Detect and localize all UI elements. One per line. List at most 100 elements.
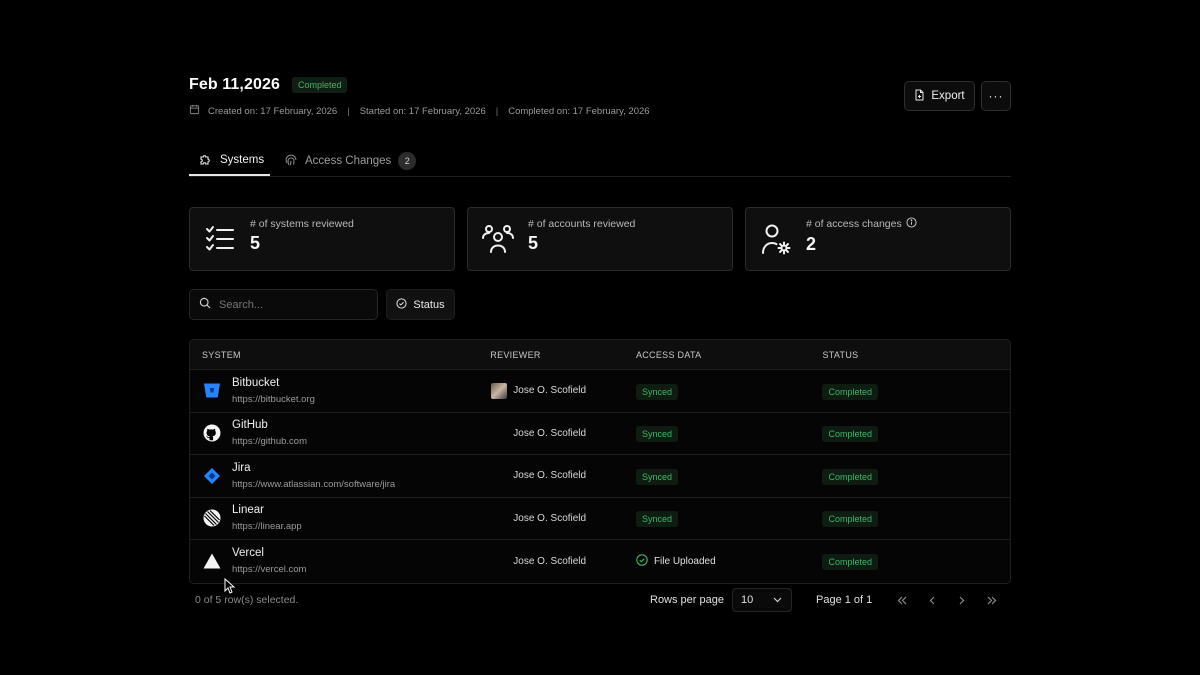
status-badge: Completed bbox=[822, 383, 878, 400]
separator: | bbox=[495, 105, 499, 117]
column-header[interactable]: SYSTEM bbox=[190, 350, 479, 360]
chevrons-right-icon bbox=[987, 596, 997, 604]
more-icon: ··· bbox=[988, 89, 1004, 103]
tab-systems[interactable]: Systems bbox=[189, 146, 270, 176]
stat-label-text: # of access changes bbox=[806, 218, 902, 230]
github-logo-icon bbox=[202, 423, 222, 443]
column-header[interactable]: ACCESS DATA bbox=[624, 350, 817, 360]
search-input[interactable] bbox=[219, 298, 369, 311]
search-box[interactable] bbox=[189, 289, 378, 320]
table-row[interactable]: Jira https://www.atlassian.com/software/… bbox=[190, 455, 1010, 498]
table-row[interactable]: Bitbucket https://bitbucket.org Jose O. … bbox=[190, 370, 1010, 413]
rows-per-page: Rows per page 10 bbox=[650, 588, 792, 612]
file-uploaded-status: File Uploaded bbox=[636, 554, 817, 569]
separator: | bbox=[347, 105, 350, 117]
access-data-badge: Synced bbox=[635, 426, 678, 443]
filter-bar: Status bbox=[189, 289, 455, 320]
stat-label: # of access changes bbox=[806, 217, 917, 231]
calendar-icon bbox=[189, 104, 200, 118]
table-header: SYSTEM REVIEWER ACCESS DATA STATUS bbox=[190, 340, 1010, 370]
system-name[interactable]: Jira bbox=[232, 462, 395, 474]
search-icon bbox=[199, 296, 211, 314]
system-url: https://linear.app bbox=[232, 521, 302, 533]
system-name[interactable]: Linear bbox=[232, 504, 302, 516]
puzzle-icon bbox=[199, 152, 213, 169]
rows-per-page-value: 10 bbox=[741, 594, 754, 606]
chevron-left-icon bbox=[929, 596, 935, 604]
checklist-icon bbox=[204, 223, 236, 255]
pagination bbox=[890, 588, 1004, 612]
status-badge: Completed bbox=[822, 511, 878, 528]
system-name[interactable]: Bitbucket bbox=[232, 377, 315, 389]
page-title: Feb 11,2026 bbox=[189, 76, 280, 93]
circle-check-icon bbox=[396, 297, 407, 312]
access-data-badge: Synced bbox=[635, 383, 678, 400]
systems-table: SYSTEM REVIEWER ACCESS DATA STATUS Bitbu… bbox=[189, 339, 1011, 584]
stat-label: # of systems reviewed bbox=[250, 218, 354, 230]
stat-label: # of accounts reviewed bbox=[528, 218, 636, 230]
chevron-right-icon bbox=[959, 596, 965, 604]
tab-access-changes[interactable]: Access Changes 2 bbox=[274, 146, 426, 176]
access-data-badge: Synced bbox=[635, 511, 678, 528]
system-name[interactable]: GitHub bbox=[232, 419, 307, 431]
stat-card-systems: # of systems reviewed 5 bbox=[189, 207, 455, 271]
tab-bar: Systems Access Changes 2 bbox=[189, 146, 1011, 177]
reviewer-name: Jose O. Scofield bbox=[513, 512, 587, 524]
file-export-icon bbox=[914, 89, 925, 104]
fingerprint-icon bbox=[284, 153, 298, 170]
system-url: https://vercel.com bbox=[232, 564, 307, 576]
vercel-logo-icon bbox=[202, 551, 222, 571]
stat-value: 2 bbox=[806, 234, 817, 254]
created-date: Created on: 17 February, 2026 bbox=[208, 105, 338, 117]
table-footer: 0 of 5 row(s) selected. Rows per page 10… bbox=[189, 588, 1011, 612]
stat-card-accounts: # of accounts reviewed 5 bbox=[467, 207, 733, 271]
previous-page-button[interactable] bbox=[920, 588, 944, 612]
stat-value: 5 bbox=[528, 233, 539, 253]
users-icon bbox=[482, 223, 514, 255]
mouse-cursor-icon bbox=[224, 577, 236, 599]
table-row[interactable]: Vercel https://vercel.com Jose O. Scofie… bbox=[190, 540, 1010, 583]
table-row[interactable]: Linear https://linear.app Jose O. Scofie… bbox=[190, 497, 1010, 540]
stat-value: 5 bbox=[250, 233, 261, 253]
started-date: Started on: 17 February, 2026 bbox=[359, 105, 486, 117]
avatar bbox=[491, 382, 508, 399]
stat-card-access-changes: # of access changes 2 bbox=[745, 207, 1011, 271]
tab-systems-label: Systems bbox=[220, 154, 265, 166]
linear-logo-icon bbox=[202, 508, 222, 528]
last-page-button[interactable] bbox=[980, 588, 1004, 612]
column-header[interactable]: REVIEWER bbox=[479, 350, 624, 360]
status-badge: Completed bbox=[822, 554, 878, 571]
page-info: Page 1 of 1 bbox=[816, 594, 873, 606]
tab-access-changes-label: Access Changes bbox=[305, 155, 392, 167]
access-data-text: File Uploaded bbox=[653, 555, 716, 567]
rows-per-page-select[interactable]: 10 bbox=[732, 588, 792, 612]
status-filter-label: Status bbox=[413, 298, 445, 311]
reviewer-name: Jose O. Scofield bbox=[513, 555, 587, 567]
chevron-down-icon bbox=[773, 594, 782, 606]
jira-logo-icon bbox=[202, 466, 222, 486]
status-filter-button[interactable]: Status bbox=[386, 289, 455, 320]
user-gear-icon bbox=[760, 223, 792, 255]
first-page-button[interactable] bbox=[890, 588, 914, 612]
export-button[interactable]: Export bbox=[904, 81, 975, 111]
bitbucket-logo-icon bbox=[202, 381, 222, 401]
stats-cards: # of systems reviewed 5 # of accounts re… bbox=[189, 207, 1011, 271]
system-url: https://www.atlassian.com/software/jira bbox=[232, 478, 396, 490]
completed-date: Completed on: 17 February, 2026 bbox=[508, 105, 650, 117]
system-url: https://bitbucket.org bbox=[232, 393, 315, 405]
status-badge: Completed bbox=[822, 426, 878, 443]
table-row[interactable]: GitHub https://github.com Jose O. Scofie… bbox=[190, 412, 1010, 455]
system-url: https://github.com bbox=[232, 436, 307, 448]
status-badge: Completed bbox=[291, 77, 348, 93]
reviewer-name: Jose O. Scofield bbox=[513, 427, 587, 439]
more-button[interactable]: ··· bbox=[981, 81, 1011, 111]
reviewer-name: Jose O. Scofield bbox=[513, 470, 587, 482]
status-badge: Completed bbox=[822, 468, 878, 485]
circle-check-icon bbox=[636, 554, 648, 569]
column-header[interactable]: STATUS bbox=[816, 350, 1010, 360]
rows-per-page-label: Rows per page bbox=[650, 594, 724, 606]
next-page-button[interactable] bbox=[950, 588, 974, 612]
info-icon[interactable] bbox=[906, 217, 917, 231]
system-name[interactable]: Vercel bbox=[232, 547, 306, 559]
export-label: Export bbox=[931, 90, 965, 102]
